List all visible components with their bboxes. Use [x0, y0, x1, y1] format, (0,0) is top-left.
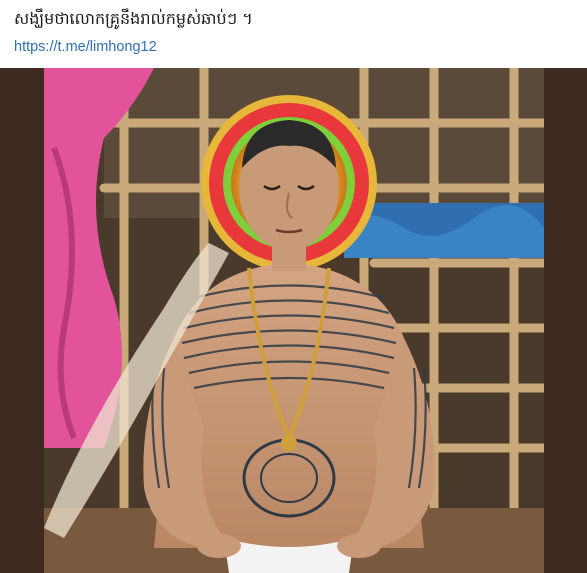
post-caption: សង្ឃឹមថាលោកគ្រូនឹងរាល់កម្លស់ឆាប់ៗ ។ — [14, 9, 253, 28]
neck — [272, 243, 306, 271]
hand-left — [197, 534, 241, 558]
video-scene — [44, 68, 544, 573]
media-frame — [0, 68, 587, 573]
video-frame[interactable] — [44, 68, 544, 573]
post-link[interactable]: https://t.me/limhong12 — [14, 37, 157, 57]
pendant — [281, 435, 297, 451]
hand-right — [337, 534, 381, 558]
post-header: សង្ឃឹមថាលោកគ្រូនឹងរាល់កម្លស់ឆាប់ៗ ។ http… — [0, 0, 587, 68]
